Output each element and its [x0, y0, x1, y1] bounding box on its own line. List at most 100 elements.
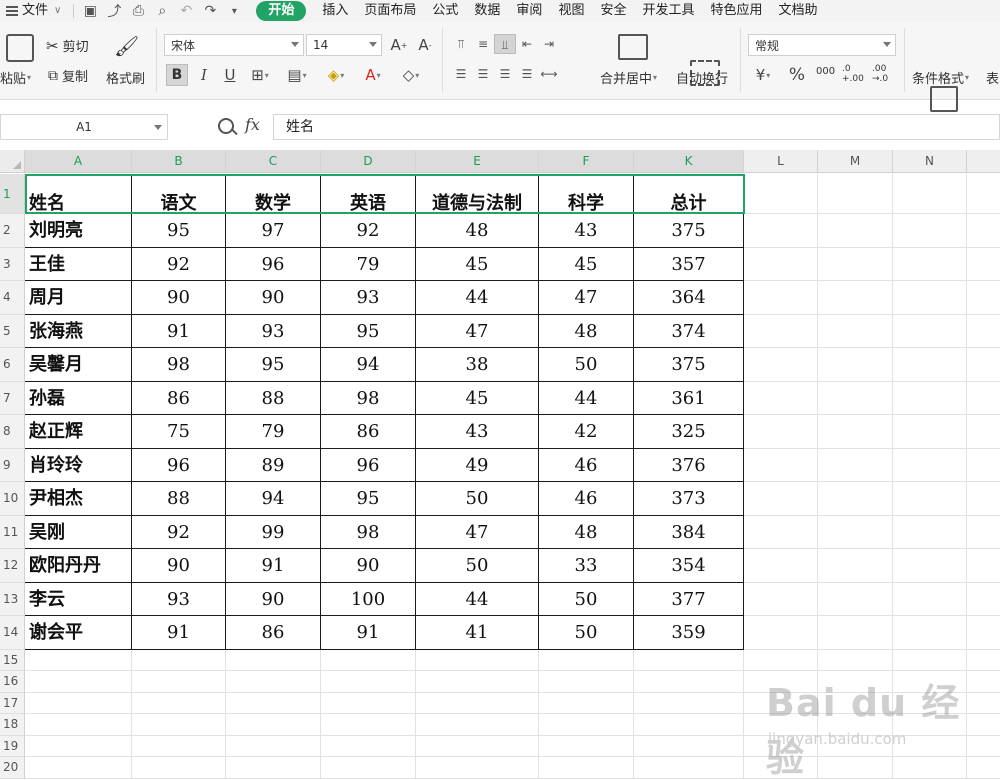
empty-cell[interactable] [967, 248, 1000, 281]
paste-button[interactable]: 粘贴 ▾ [0, 68, 31, 87]
empty-cell[interactable] [132, 735, 226, 757]
student-name-cell[interactable]: 张海燕 [25, 314, 132, 348]
empty-cell[interactable] [539, 757, 634, 779]
empty-cell[interactable] [744, 735, 818, 757]
empty-cell[interactable] [744, 482, 818, 516]
score-cell[interactable]: 92 [132, 515, 226, 549]
score-cell[interactable]: 46 [539, 448, 634, 482]
empty-cell[interactable] [744, 714, 818, 736]
align-middle-icon[interactable]: ≡ [472, 34, 494, 54]
tab-home[interactable]: 开始 [256, 1, 307, 21]
empty-cell[interactable] [744, 616, 818, 650]
score-cell[interactable]: 90 [321, 549, 416, 583]
empty-cell[interactable] [818, 381, 893, 415]
empty-cell[interactable] [967, 714, 1000, 736]
empty-cell[interactable] [818, 214, 893, 248]
score-cell[interactable]: 45 [416, 247, 539, 281]
align-left-icon[interactable]: ☰ [450, 64, 472, 84]
score-cell[interactable]: 43 [539, 214, 634, 248]
empty-cell[interactable] [226, 757, 321, 779]
score-cell[interactable]: 50 [416, 482, 539, 516]
student-name-cell[interactable]: 刘明亮 [25, 214, 132, 248]
empty-cell[interactable] [818, 448, 893, 482]
undo-icon[interactable]: ↶ [174, 0, 198, 22]
score-cell[interactable]: 93 [321, 281, 416, 315]
copy-button[interactable]: ⧉ 复制 [48, 66, 88, 86]
score-cell[interactable]: 38 [416, 348, 539, 382]
empty-cell[interactable] [744, 515, 818, 549]
score-cell[interactable]: 361 [634, 381, 744, 415]
print-preview-icon[interactable]: ⌕ [150, 0, 174, 22]
empty-cell[interactable] [132, 757, 226, 779]
row-header[interactable]: 10 [0, 482, 25, 516]
column-header[interactable]: E [416, 150, 539, 173]
row-header[interactable]: 6 [0, 348, 25, 382]
empty-cell[interactable] [226, 649, 321, 671]
score-cell[interactable]: 96 [321, 448, 416, 482]
merge-center-button[interactable]: 合并居中 ▾ [600, 68, 657, 87]
score-cell[interactable]: 49 [416, 448, 539, 482]
score-cell[interactable]: 374 [634, 314, 744, 348]
cut-button[interactable]: ✂ 剪切 [46, 36, 89, 56]
score-cell[interactable]: 91 [132, 616, 226, 650]
score-cell[interactable]: 90 [132, 281, 226, 315]
tab-view[interactable]: 视图 [550, 0, 592, 22]
row-header[interactable]: 5 [0, 314, 25, 348]
empty-cell[interactable] [539, 714, 634, 736]
score-cell[interactable]: 98 [132, 348, 226, 382]
empty-cell[interactable] [744, 174, 818, 214]
empty-cell[interactable] [967, 315, 1000, 348]
score-cell[interactable]: 48 [416, 214, 539, 248]
score-cell[interactable]: 44 [539, 381, 634, 415]
score-cell[interactable]: 98 [321, 515, 416, 549]
empty-cell[interactable] [416, 649, 539, 671]
student-name-cell[interactable]: 吴刚 [25, 515, 132, 549]
student-name-cell[interactable]: 肖玲玲 [25, 448, 132, 482]
score-cell[interactable]: 92 [132, 247, 226, 281]
score-cell[interactable]: 47 [539, 281, 634, 315]
score-cell[interactable]: 42 [539, 415, 634, 449]
empty-cell[interactable] [818, 714, 893, 736]
underline-button[interactable]: U [219, 64, 241, 86]
empty-cell[interactable] [967, 757, 1000, 779]
empty-cell[interactable] [893, 757, 967, 779]
empty-cell[interactable] [967, 281, 1000, 315]
align-top-icon[interactable]: ⫪ [450, 34, 472, 54]
score-cell[interactable]: 79 [226, 415, 321, 449]
score-cell[interactable]: 93 [226, 314, 321, 348]
empty-cell[interactable] [744, 214, 818, 248]
empty-cell[interactable] [893, 582, 967, 616]
score-cell[interactable]: 95 [321, 314, 416, 348]
score-cell[interactable]: 50 [539, 582, 634, 616]
score-cell[interactable]: 96 [226, 247, 321, 281]
empty-cell[interactable] [967, 482, 1000, 516]
empty-cell[interactable] [539, 671, 634, 693]
score-cell[interactable]: 100 [321, 582, 416, 616]
share-icon[interactable]: ⤴ [102, 0, 126, 22]
tab-special-apps[interactable]: 特色应用 [702, 0, 770, 22]
column-header[interactable] [967, 150, 1000, 173]
empty-cell[interactable] [967, 616, 1000, 650]
student-name-cell[interactable]: 孙磊 [25, 381, 132, 415]
empty-cell[interactable] [967, 348, 1000, 382]
empty-cell[interactable] [893, 281, 967, 315]
score-cell[interactable]: 373 [634, 482, 744, 516]
empty-cell[interactable] [818, 582, 893, 616]
score-cell[interactable]: 98 [321, 381, 416, 415]
score-cell[interactable]: 91 [321, 616, 416, 650]
empty-cell[interactable] [967, 214, 1000, 248]
score-cell[interactable]: 86 [321, 415, 416, 449]
empty-cell[interactable] [539, 649, 634, 671]
score-cell[interactable]: 91 [132, 314, 226, 348]
increase-font-icon[interactable]: A + [388, 34, 410, 56]
empty-cell[interactable] [893, 649, 967, 671]
empty-cell[interactable] [634, 692, 744, 714]
empty-cell[interactable] [744, 692, 818, 714]
tab-data[interactable]: 数据 [466, 0, 508, 22]
empty-cell[interactable] [893, 214, 967, 248]
print-icon[interactable]: ⎙ [126, 0, 150, 22]
empty-cell[interactable] [744, 415, 818, 449]
score-cell[interactable]: 33 [539, 549, 634, 583]
score-cell[interactable]: 86 [132, 381, 226, 415]
score-cell[interactable]: 95 [321, 482, 416, 516]
